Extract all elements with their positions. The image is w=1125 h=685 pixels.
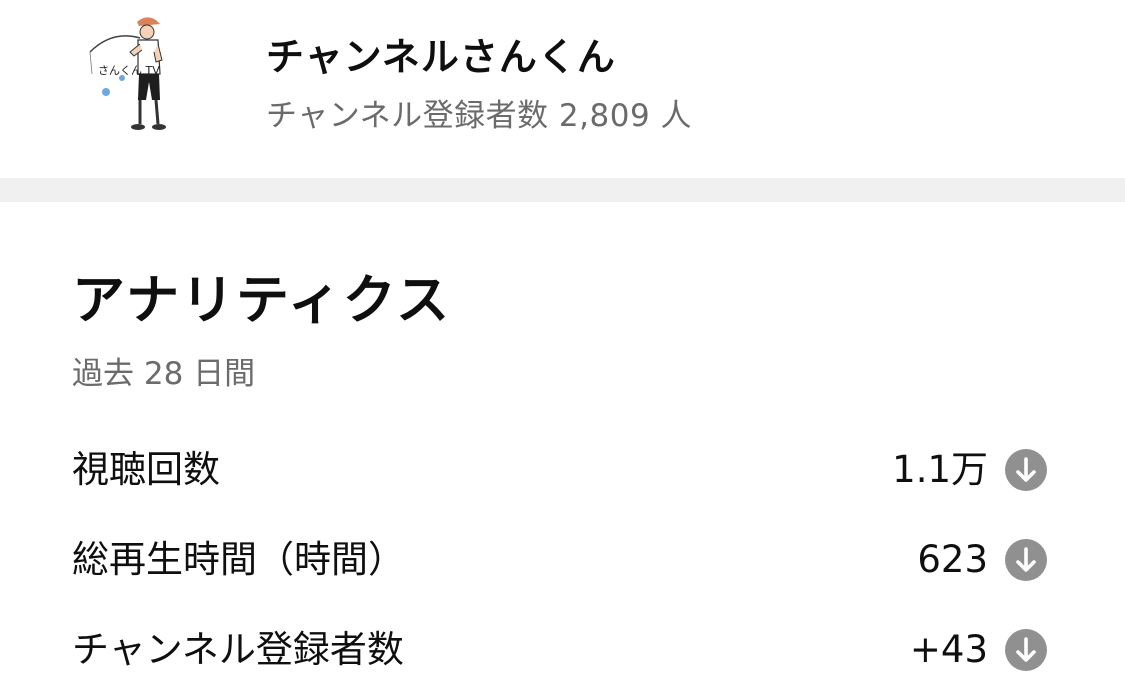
metric-row-watch-time[interactable]: 総再生時間（時間） 623 [72, 530, 1048, 590]
metric-value: 623 [917, 538, 988, 581]
metric-row-subscribers[interactable]: チャンネル登録者数 +43 [72, 620, 1048, 680]
metric-label: チャンネル登録者数 [72, 628, 404, 671]
channel-header[interactable]: さんくん TV チャンネルさんくん チャンネル登録者数 2,809 人 [0, 0, 1125, 178]
metric-label: 総再生時間（時間） [72, 538, 405, 581]
arrow-down-circle-icon [1005, 539, 1047, 581]
analytics-title: アナリティクス [72, 270, 452, 331]
metric-value: +43 [909, 628, 988, 671]
channel-name[interactable]: チャンネルさんくん [266, 26, 616, 81]
subscriber-count: チャンネル登録者数 2,809 人 [266, 98, 693, 134]
fisherman-avatar-icon[interactable]: さんくん TV [82, 12, 182, 140]
arrow-down-circle-icon [1005, 449, 1047, 491]
svg-text:さんくん TV: さんくん TV [98, 64, 160, 77]
metric-row-views[interactable]: 視聴回数 1.1万 [72, 440, 1048, 500]
metric-value: 1.1万 [892, 448, 988, 491]
period-label: 過去 28 日間 [72, 356, 256, 392]
section-divider [0, 178, 1125, 202]
metric-label: 視聴回数 [72, 448, 220, 491]
arrow-down-circle-icon [1005, 629, 1047, 671]
